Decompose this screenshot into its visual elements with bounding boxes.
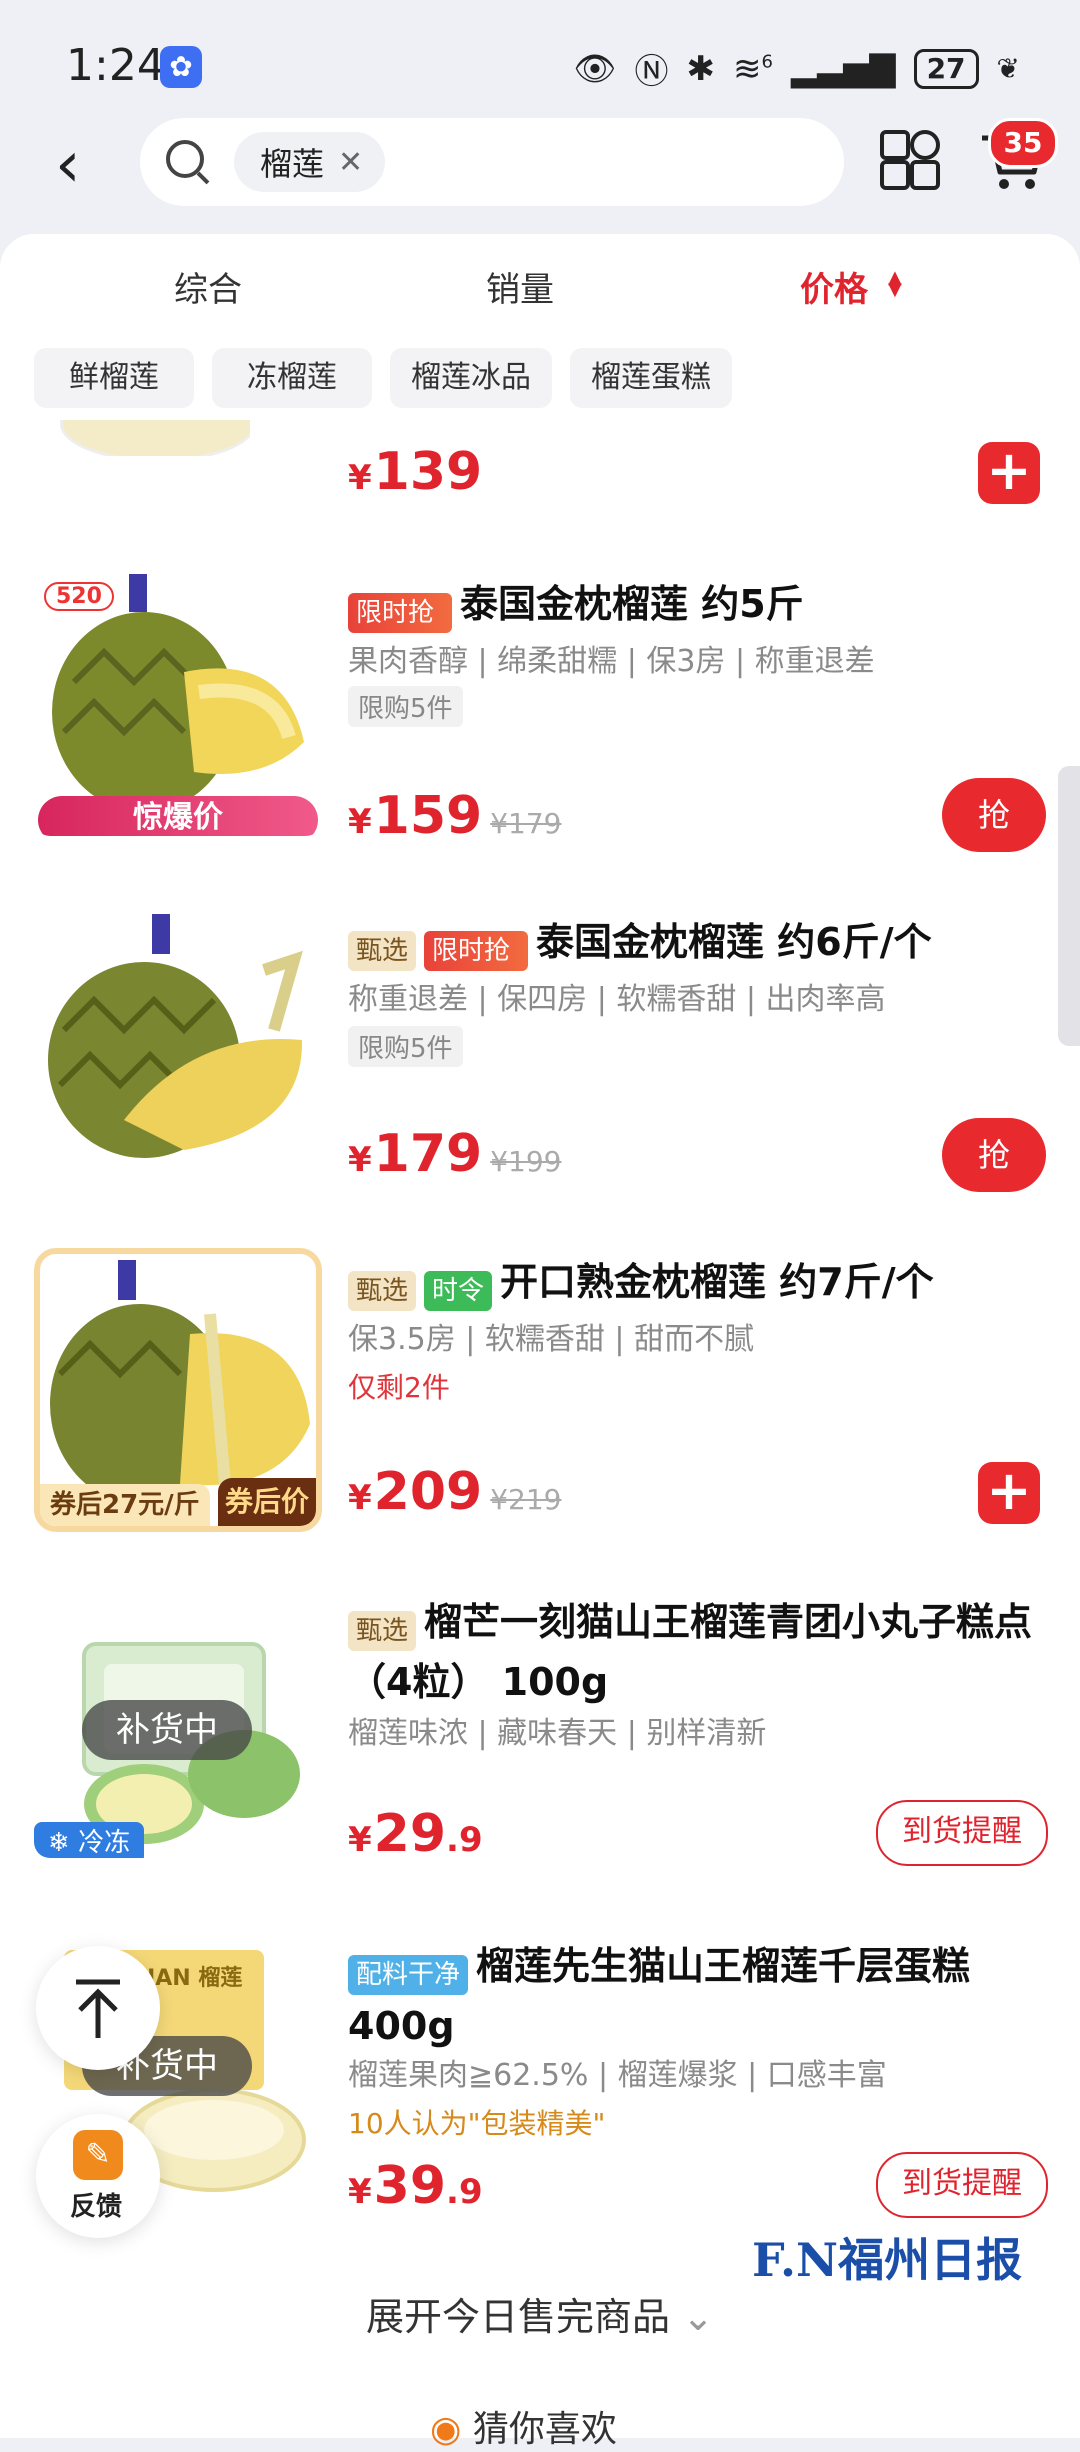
original-price: ¥179 <box>490 807 562 840</box>
snowflake-icon: ❄ <box>48 1828 79 1858</box>
product-price: ¥39.9 <box>348 2156 483 2216</box>
battery-indicator: 27 <box>913 48 979 89</box>
eye-icon: 👁 <box>573 48 617 89</box>
add-to-cart-button[interactable]: + <box>978 442 1040 504</box>
filter-chip-frozen[interactable]: 冻榴莲 <box>212 348 372 408</box>
heart-icon: ◉ <box>430 2409 473 2450</box>
bluetooth-icon: ✱ <box>686 48 716 89</box>
product-features: 榴莲果肉≧62.5% | 榴莲爆浆 | 口感丰富 <box>348 2058 887 2093</box>
expand-label: 展开今日售完商品 <box>366 2295 671 2339</box>
purchase-limit: 限购5件 <box>348 1026 463 1067</box>
product-title-row[interactable]: 限时抢 泰国金枕榴莲 约5斤 <box>348 578 1048 633</box>
sort-tab-comprehensive[interactable]: 综合 <box>174 262 242 311</box>
filter-chip-fresh[interactable]: 鲜榴莲 <box>34 348 194 408</box>
chevron-down-icon: ⌄ <box>682 2295 714 2339</box>
product-features: 保3.5房 | 软糯香甜 | 甜而不腻 <box>348 1322 755 1357</box>
promo-badge: 520 <box>44 582 114 611</box>
product-title-row[interactable]: 甄选 限时抢 泰国金枕榴莲 约6斤/个 <box>348 916 1068 971</box>
grab-button[interactable]: 抢 <box>942 1118 1046 1192</box>
tag-clean-ingredients: 配料干净 <box>348 1954 469 1995</box>
tag-selected: 甄选 <box>348 1610 417 1651</box>
restock-overlay: 补货中 <box>82 1700 252 1760</box>
original-price: ¥199 <box>490 1145 562 1178</box>
frozen-badge: ❄ 冷冻 <box>34 1822 145 1858</box>
search-keyword: 榴莲 <box>260 145 325 183</box>
grab-button[interactable]: 抢 <box>942 778 1046 852</box>
filter-chip-ice[interactable]: 榴莲冰品 <box>390 348 552 408</box>
product-title: 开口熟金枕榴莲 约7斤/个 <box>500 1260 934 1304</box>
wifi-icon: ≋6 <box>733 48 773 89</box>
edit-icon: ✎ <box>73 2130 123 2180</box>
review-highlight: 10人认为"包装精美" <box>348 2107 606 2140</box>
product-price: ¥179 ¥199 <box>348 1124 562 1184</box>
feedback-label: 反馈 <box>70 2192 123 2222</box>
product-price: ¥209 ¥219 <box>348 1462 562 1522</box>
promo-banner: 惊爆价 <box>38 796 318 836</box>
newspaper-watermark: F.N福州日报 <box>752 2233 1023 2287</box>
purchase-limit: 限购5件 <box>348 686 463 727</box>
arrow-up-icon <box>76 1979 120 2038</box>
tag-seasonal: 时令 <box>424 1270 493 1311</box>
product-image[interactable] <box>34 910 322 1174</box>
product-image-partial[interactable] <box>60 420 250 456</box>
product-title: 泰国金枕榴莲 约5斤 <box>460 582 804 626</box>
back-to-top-button[interactable] <box>36 1946 160 2070</box>
product-title: 泰国金枕榴莲 约6斤/个 <box>536 920 932 964</box>
tag-selected: 甄选 <box>348 1270 417 1311</box>
clear-keyword-icon[interactable]: ✕ <box>338 145 363 180</box>
original-price: ¥219 <box>490 1483 562 1516</box>
status-bar: 1:24 ✿ 👁 Ⓝ ✱ ≋6 ▂▃▅▇ 27 ❦ <box>0 0 1080 130</box>
sort-direction-icon: ▲ ▼ <box>888 267 902 300</box>
add-to-cart-button[interactable]: + <box>978 1462 1040 1524</box>
cart-count-badge: 35 <box>988 118 1058 168</box>
expand-sold-out-link[interactable]: 展开今日售完商品 ⌄ <box>0 2286 1080 2341</box>
category-grid-icon[interactable] <box>880 130 940 190</box>
status-icons: 👁 Ⓝ ✱ ≋6 ▂▃▅▇ 27 ❦ <box>573 44 1020 93</box>
sort-tab-price[interactable]: 价格 <box>800 262 868 311</box>
filter-chip-cake[interactable]: 榴莲蛋糕 <box>570 348 732 408</box>
status-time: 1:24 <box>66 40 165 91</box>
product-price: ¥139 <box>348 442 483 502</box>
product-title-row[interactable]: 配料干净 榴莲先生猫山王榴莲千层蛋糕 400g <box>348 1940 1048 2060</box>
product-features: 榴莲味浓 | 藏味春天 | 别样清新 <box>348 1716 767 1751</box>
product-title-row[interactable]: 甄选 榴芒一刻猫山王榴莲青团小丸子糕点（4粒） 100g <box>348 1596 1048 1716</box>
product-image[interactable]: 补货中 ❄ 冷冻 <box>34 1594 322 1858</box>
restock-reminder-button[interactable]: 到货提醒 <box>876 2152 1048 2218</box>
leaf-icon: ❦ <box>996 52 1020 85</box>
product-price: ¥29.9 <box>348 1804 483 1864</box>
sort-tab-sales[interactable]: 销量 <box>486 262 554 311</box>
product-image[interactable]: 券后27元/斤 券后价 <box>34 1248 322 1532</box>
product-title-row[interactable]: 甄选 时令 开口熟金枕榴莲 约7斤/个 <box>348 1256 1068 1311</box>
coupon-price-label: 券后27元/斤 <box>40 1484 210 1526</box>
product-image[interactable]: 520 惊爆价 <box>34 572 322 836</box>
tag-selected: 甄选 <box>348 930 417 971</box>
feedback-button[interactable]: ✎ 反馈 <box>36 2114 160 2238</box>
product-price: ¥159 ¥179 <box>348 786 562 846</box>
search-keyword-chip[interactable]: 榴莲 ✕ <box>234 132 386 192</box>
back-icon[interactable]: ‹ <box>55 130 115 200</box>
product-features: 称重退差 | 保四房 | 软糯香甜 | 出肉率高 <box>348 982 886 1017</box>
product-title: 榴芒一刻猫山王榴莲青团小丸子糕点（4粒） 100g <box>348 1600 1033 1704</box>
coupon-badge: 券后价 <box>218 1478 316 1526</box>
search-bar[interactable]: 榴莲 ✕ <box>140 118 844 206</box>
restock-reminder-button[interactable]: 到货提醒 <box>876 1800 1048 1866</box>
app-notification-icon: ✿ <box>160 46 202 88</box>
stock-warning: 仅剩2件 <box>348 1371 450 1404</box>
product-features: 果肉香醇 | 绵柔甜糯 | 保3房 | 称重退差 <box>348 644 875 679</box>
guess-you-like-header: ◉ 猜你喜欢 <box>430 2409 617 2450</box>
tag-flash-sale: 限时抢 <box>424 930 529 971</box>
tag-flash-sale: 限时抢 <box>348 592 453 633</box>
nfc-icon: Ⓝ <box>634 52 669 92</box>
scrollbar[interactable] <box>1058 766 1080 1046</box>
search-icon <box>166 140 204 178</box>
signal-icon: ▂▃▅▇ <box>790 48 896 89</box>
